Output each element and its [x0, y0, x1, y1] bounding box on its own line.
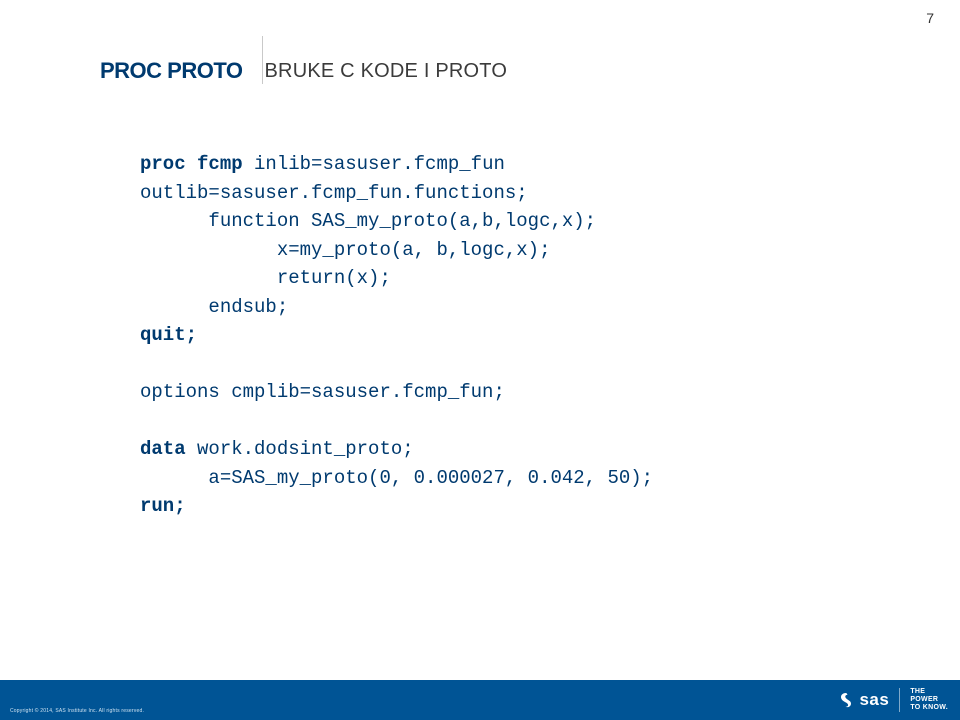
tagline-line-3: TO KNOW.	[910, 704, 948, 712]
code-options: options cmplib=sasuser.fcmp_fun;	[140, 381, 505, 403]
code-outlib: outlib=sasuser.fcmp_fun.functions;	[140, 182, 528, 204]
header-title: PROC PROTO	[100, 58, 243, 84]
footer-right: sas THE POWER TO KNOW.	[837, 680, 948, 720]
code-body-2: return(x);	[140, 267, 391, 289]
code-block: proc fcmp inlib=sasuser.fcmp_fun outlib=…	[140, 150, 653, 521]
footer-divider	[899, 688, 900, 712]
code-inlib: inlib=sasuser.fcmp_fun	[243, 153, 505, 175]
code-body-1: x=my_proto(a, b,logc,x);	[140, 239, 550, 261]
code-data-rest: work.dodsint_proto;	[186, 438, 414, 460]
sas-logo-text: sas	[859, 690, 889, 710]
code-assign: a=SAS_my_proto(0, 0.000027, 0.042, 50);	[140, 467, 653, 489]
sas-logo-icon	[837, 691, 855, 709]
footer-bar: Copyright © 2014, SAS Institute Inc. All…	[0, 680, 960, 720]
copyright-text: Copyright © 2014, SAS Institute Inc. All…	[10, 708, 144, 714]
code-function-decl: function SAS_my_proto(a,b,logc,x);	[140, 210, 596, 232]
kw-data: data	[140, 438, 186, 460]
code-endsub: endsub;	[140, 296, 288, 318]
kw-quit: quit;	[140, 324, 197, 346]
tagline-line-1: THE	[910, 688, 948, 696]
tagline-line-2: POWER	[910, 696, 948, 704]
footer-tagline: THE POWER TO KNOW.	[910, 688, 948, 711]
page-number: 7	[926, 10, 934, 26]
slide-header: PROC PROTO BRUKE C KODE I PROTO	[100, 58, 507, 84]
kw-run: run;	[140, 495, 186, 517]
header-subtitle: BRUKE C KODE I PROTO	[265, 60, 508, 83]
sas-logo: sas	[837, 690, 889, 710]
kw-proc-fcmp: proc fcmp	[140, 153, 243, 175]
